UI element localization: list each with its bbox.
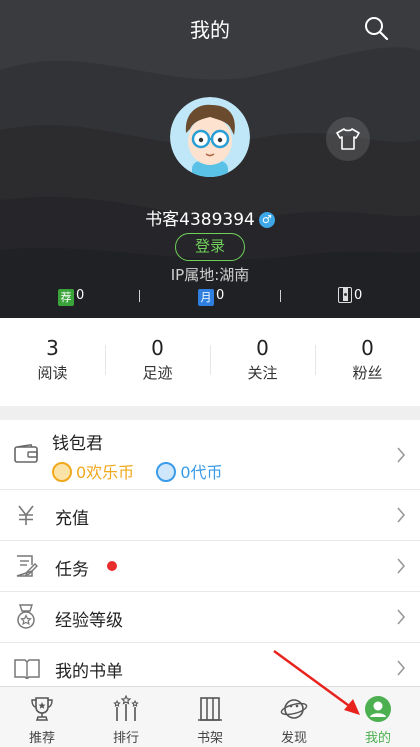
voucher-coin-balance: 0代币 xyxy=(180,463,223,482)
nav-label: 书架 xyxy=(196,731,223,746)
stat-label: 关注 xyxy=(247,364,278,382)
stat-footprint[interactable]: 0 足迹 xyxy=(105,336,210,383)
login-button[interactable]: 登录 xyxy=(175,233,245,261)
task-icon xyxy=(16,555,38,577)
nav-label: 排行 xyxy=(112,731,139,746)
search-icon xyxy=(365,17,389,41)
page-title: 我的 xyxy=(190,18,230,42)
menu-label-level: 经验等级 xyxy=(55,611,123,631)
chevron-right-icon xyxy=(397,507,406,523)
wallet-icon xyxy=(14,444,38,463)
stat-value: 0 xyxy=(151,336,164,360)
ticket-divider xyxy=(280,290,281,302)
username: 书客4389394 xyxy=(145,210,255,230)
notification-dot xyxy=(107,561,117,571)
happy-coin-icon xyxy=(52,462,72,482)
recommend-ticket-count: 0 xyxy=(76,288,85,303)
menu-list: 钱包君 0欢乐币 0代币 充值 任务 经验等级 我的书单 xyxy=(0,420,420,694)
monthly-ticket-count: 0 xyxy=(216,288,225,303)
chevron-right-icon xyxy=(397,447,406,463)
stat-label: 足迹 xyxy=(142,364,173,382)
monthly-ticket-icon: 月 xyxy=(198,289,214,306)
rank-icon xyxy=(113,695,139,721)
chevron-right-icon xyxy=(397,558,406,574)
username-row: 书客4389394 ♂ xyxy=(0,205,420,230)
level-row[interactable]: 经验等级 xyxy=(0,592,420,643)
task-row[interactable]: 任务 xyxy=(0,541,420,592)
wallet-row[interactable]: 钱包君 0欢乐币 0代币 xyxy=(0,420,420,490)
menu-label-task: 任务 xyxy=(55,560,89,580)
blade-ticket[interactable]: 0 xyxy=(338,286,362,306)
stat-value: 3 xyxy=(46,336,59,360)
nav-tab-mine[interactable]: 我的 xyxy=(336,687,420,747)
nav-tab-discover[interactable]: 发现 xyxy=(252,687,336,747)
recommend-ticket-icon: 荐 xyxy=(58,289,74,306)
recommend-ticket[interactable]: 荐0 xyxy=(58,286,84,306)
tshirt-icon xyxy=(336,128,360,150)
stat-value: 0 xyxy=(256,336,269,360)
menu-label-booklist: 我的书单 xyxy=(55,662,123,682)
voucher-coin-icon xyxy=(156,462,177,482)
stat-followers[interactable]: 0 粉丝 xyxy=(315,336,420,383)
stat-label: 粉丝 xyxy=(352,364,383,382)
avatar[interactable] xyxy=(170,97,250,177)
nav-tab-recommend[interactable]: 推荐 xyxy=(0,687,84,747)
menu-label-recharge: 充值 xyxy=(55,509,89,529)
ticket-divider xyxy=(139,290,140,302)
stats-bar: 3 阅读 0 足迹 0 关注 0 粉丝 xyxy=(0,318,420,406)
nav-tab-bookshelf[interactable]: 书架 xyxy=(168,687,252,747)
book-list-icon xyxy=(14,659,40,679)
chevron-right-icon xyxy=(397,660,406,676)
nav-label: 推荐 xyxy=(28,731,55,746)
ip-location: IP属地:湖南 xyxy=(170,266,250,284)
nav-label: 我的 xyxy=(364,731,391,746)
bottom-nav: 推荐 排行 书架 发现 我的 xyxy=(0,686,420,747)
yen-icon xyxy=(18,505,34,525)
planet-icon xyxy=(280,699,308,719)
stat-label: 阅读 xyxy=(37,364,68,382)
ticket-bar: 荐0 月0 0 xyxy=(0,286,420,306)
stat-reading[interactable]: 3 阅读 xyxy=(0,336,105,383)
nav-tab-rank[interactable]: 排行 xyxy=(84,687,168,747)
stat-value: 0 xyxy=(361,336,374,360)
medal-icon xyxy=(17,604,35,629)
chevron-right-icon xyxy=(397,609,406,625)
stat-following[interactable]: 0 关注 xyxy=(210,336,315,383)
user-icon xyxy=(365,696,391,722)
trophy-icon xyxy=(31,697,53,721)
search-button[interactable] xyxy=(362,14,390,42)
blade-ticket-count: 0 xyxy=(354,288,363,303)
wallet-title: 钱包君 xyxy=(52,434,103,454)
happy-coin-balance: 0欢乐币 xyxy=(76,463,135,482)
skin-theme-button[interactable] xyxy=(326,117,370,161)
blade-ticket-icon xyxy=(338,287,352,303)
bookshelf-icon xyxy=(198,697,222,721)
profile-page: 我的 书客4389394 ♂ 登录 IP属地:湖南 荐 0 月 0 0 3 阅读… xyxy=(0,0,420,747)
cartoon-avatar-icon xyxy=(170,97,250,177)
male-gender-icon: ♂ xyxy=(258,212,275,228)
wallet-balances: 0欢乐币 0代币 xyxy=(52,459,223,483)
recharge-row[interactable]: 充值 xyxy=(0,490,420,541)
profile-header: 我的 书客4389394 ♂ 登录 IP属地:湖南 荐 0 月 0 0 xyxy=(0,0,420,318)
monthly-ticket[interactable]: 月0 xyxy=(198,286,224,306)
nav-label: 发现 xyxy=(280,731,307,746)
